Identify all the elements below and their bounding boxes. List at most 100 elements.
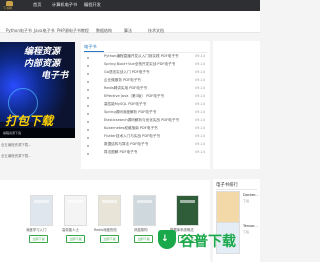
- bullet-icon: [87, 121, 89, 123]
- list-item-title[interactable]: Python编程直播开发从入门到实践 PDF电子书: [104, 54, 179, 59]
- list-item-date: 09-14: [195, 54, 205, 58]
- category-algorithms[interactable]: 算法: [124, 28, 132, 34]
- banner-line-4: 打包下载: [5, 114, 54, 128]
- list-item-date: 09-14: [195, 78, 205, 82]
- nav-computer-ebooks[interactable]: 计算机电子书: [52, 2, 77, 8]
- list-item-date: 09-14: [195, 110, 205, 114]
- list-item[interactable]: 算法图解 PDF电子书 09-14: [84, 150, 207, 158]
- promo-banner[interactable]: 编程资源 内部资源 电子书 打包下载 编程资源下载: [0, 42, 75, 138]
- category-php[interactable]: PHP源电子书教程: [57, 28, 89, 34]
- list-item-date: 09-14: [195, 134, 205, 138]
- book-cover[interactable]: [176, 195, 199, 226]
- nav-programming[interactable]: 编程开发: [84, 2, 101, 8]
- book-cover[interactable]: [133, 195, 156, 226]
- bullet-icon: [87, 57, 89, 59]
- bullet-icon: [87, 97, 89, 99]
- list-item-title[interactable]: Go语言实战入门 PDF电子书: [104, 70, 149, 75]
- bullet-icon: [87, 137, 89, 139]
- bullet-icon: [87, 73, 89, 75]
- ranking-title: 电子书排行: [216, 183, 238, 188]
- nav-home[interactable]: 首页: [33, 2, 41, 8]
- category-python[interactable]: Python电子书: [6, 28, 32, 34]
- list-item-title[interactable]: 算法图解 PDF电子书: [104, 150, 137, 155]
- ranking-divider: [216, 189, 257, 190]
- download-button[interactable]: 立即下载: [29, 235, 48, 243]
- panel-title: 电子书: [84, 44, 97, 49]
- list-item[interactable]: Flutter技术入门与实战 PDF电子书 09-14: [84, 134, 207, 142]
- list-item[interactable]: Kubernetes权威指南 PDF电子书 09-14: [84, 126, 207, 134]
- bullet-icon: [87, 89, 89, 91]
- list-item-date: 09-14: [195, 142, 205, 146]
- list-item-title[interactable]: Kubernetes权威指南 PDF电子书: [104, 126, 158, 131]
- bullet-icon: [87, 81, 89, 83]
- panel-divider: [84, 52, 207, 53]
- list-item-date: 09-14: [195, 102, 205, 106]
- bullet-icon: [87, 65, 89, 67]
- ranking-book-title[interactable]: Docker...: [243, 193, 259, 197]
- category-java[interactable]: Java电子书: [34, 28, 54, 34]
- bullet-icon: [87, 105, 89, 107]
- cover-detail: [180, 200, 195, 203]
- book-title[interactable]: 深度学习入门: [26, 227, 46, 232]
- list-item-title[interactable]: Elasticsearch源码解析与优化实战 PDF电子书: [104, 118, 179, 123]
- category-nav: Python电子书 Java电子书 PHP源电子书教程 数据结构 算法 技术文档: [0, 11, 260, 33]
- right-column: [213, 41, 260, 169]
- download-button[interactable]: 立即下载: [66, 235, 85, 243]
- list-item-title[interactable]: 数据结构与算法 PDF电子书: [104, 142, 148, 147]
- list-item[interactable]: 企业微服务 PDF电子书 09-14: [84, 78, 207, 86]
- list-item-date: 09-14: [195, 94, 205, 98]
- list-item[interactable]: Spring源码深度解析 PDF电子书 09-14: [84, 110, 207, 118]
- list-item[interactable]: 高性能MySQL PDF电子书 09-14: [84, 102, 207, 110]
- download-button[interactable]: 立即下载: [134, 235, 153, 243]
- book-cover[interactable]: [64, 195, 87, 226]
- site-logo[interactable]: 下书网: [3, 1, 17, 10]
- list-item-date: 09-14: [195, 70, 205, 74]
- left-link-1[interactable]: 全五编程资源下载...: [1, 142, 31, 147]
- list-item[interactable]: Elasticsearch源码解析与优化实战 PDF电子书 09-14: [84, 118, 207, 126]
- category-tech-docs[interactable]: 技术文档: [148, 28, 164, 34]
- book-title[interactable]: Redis深度历险: [94, 227, 117, 232]
- cover-detail: [68, 200, 83, 203]
- left-link-2[interactable]: 全五编程资源下载...: [1, 153, 31, 158]
- book-cover[interactable]: [30, 195, 53, 226]
- banner-line-3: 电子书: [41, 71, 69, 81]
- cover-detail: [137, 200, 152, 203]
- book-cover[interactable]: [98, 195, 121, 226]
- list-item-date: 09-14: [195, 150, 205, 154]
- list-item[interactable]: 数据结构与算法 PDF电子书 09-14: [84, 142, 207, 150]
- ranking-book-title[interactable]: Tensor...: [243, 224, 258, 228]
- list-item-date: 09-14: [195, 118, 205, 122]
- list-item[interactable]: Spring Boot+Vue全栈开发实战 PDF电子书 09-14: [84, 62, 207, 70]
- ranking-book-sub[interactable]: 下载: [243, 230, 249, 234]
- logo-text: 下书网: [3, 6, 13, 10]
- cover-detail: [102, 200, 117, 203]
- list-item-title[interactable]: Effective Java（第3版） PDF电子书: [104, 94, 164, 99]
- book-title[interactable]: 高效能人士: [62, 227, 79, 232]
- bullet-icon: [87, 145, 89, 147]
- ranking-book-cover[interactable]: [216, 191, 240, 223]
- list-item[interactable]: Redis精讲实用 PDF电子书 09-14: [84, 86, 207, 94]
- category-data-structures[interactable]: 数据结构: [96, 28, 112, 34]
- list-item[interactable]: Effective Java（第3版） PDF电子书 09-14: [84, 94, 207, 102]
- download-button[interactable]: 立即下载: [100, 235, 119, 243]
- shield-icon: ↓: [158, 230, 176, 249]
- watermark-text: 谷普下载: [180, 234, 236, 250]
- list-item-title[interactable]: Redis精讲实用 PDF电子书: [104, 86, 147, 91]
- list-item[interactable]: Go语言实战入门 PDF电子书 09-14: [84, 70, 207, 78]
- list-item-date: 09-14: [195, 62, 205, 66]
- cover-detail: [34, 200, 49, 203]
- watermark: ↓ 谷普下载: [158, 228, 236, 252]
- ranking-book-sub[interactable]: 下载: [243, 199, 249, 203]
- book-title[interactable]: 凤凰架构: [134, 227, 148, 232]
- list-item[interactable]: Python编程直播开发从入门到实践 PDF电子书 09-14: [84, 54, 207, 62]
- list-item-title[interactable]: Spring源码深度解析 PDF电子书: [104, 110, 156, 115]
- list-item-title[interactable]: 高性能MySQL PDF电子书: [104, 102, 146, 107]
- list-item-title[interactable]: 企业微服务 PDF电子书: [104, 78, 141, 83]
- bullet-icon: [87, 153, 89, 155]
- list-item-title[interactable]: Flutter技术入门与实战 PDF电子书: [104, 134, 160, 139]
- top-navbar: 下书网 首页 计算机电子书 编程开发: [0, 0, 260, 11]
- list-item-date: 09-14: [195, 126, 205, 130]
- banner-caption: 编程资源下载: [0, 128, 75, 138]
- shield-arrow-icon: ↓: [161, 234, 169, 244]
- list-item-title[interactable]: Spring Boot+Vue全栈开发实战 PDF电子书: [104, 62, 175, 67]
